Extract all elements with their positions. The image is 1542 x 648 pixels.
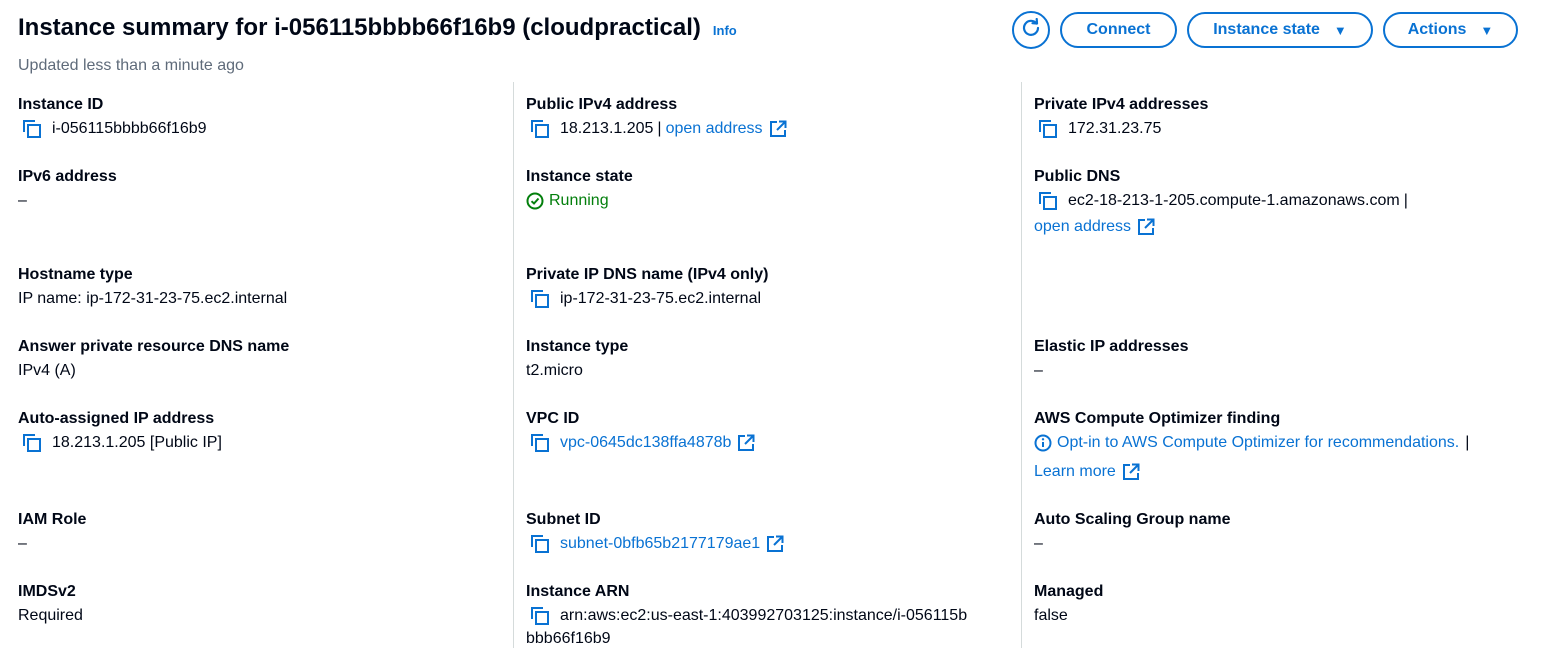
answer-dns-label: Answer private resource DNS name <box>18 338 290 355</box>
info-link[interactable]: Info <box>713 23 737 38</box>
connect-button-label: Connect <box>1086 21 1151 38</box>
learn-more-link[interactable]: Learn more <box>1034 463 1116 481</box>
copy-icon[interactable] <box>22 119 42 139</box>
open-address-link[interactable]: open address <box>1034 218 1131 236</box>
private-ipv4-label: Private IPv4 addresses <box>1034 96 1209 113</box>
instance-state-text: Running <box>549 192 609 209</box>
ipv6-value: – <box>18 192 27 209</box>
answer-dns-value: IPv4 (A) <box>18 362 76 379</box>
copy-icon[interactable] <box>1038 119 1058 139</box>
asg-value: – <box>1034 535 1043 552</box>
copy-icon[interactable] <box>530 289 550 309</box>
copy-icon[interactable] <box>530 119 550 139</box>
copy-icon[interactable] <box>530 606 550 626</box>
optimizer-value: Opt-in to AWS Compute Optimizer for reco… <box>1034 434 1469 452</box>
external-link-icon[interactable] <box>766 535 784 553</box>
managed-value: false <box>1034 607 1068 624</box>
private-ipv4-value: 172.31.23.75 <box>1038 119 1161 139</box>
instance-state-value: Running <box>526 192 609 210</box>
managed-label: Managed <box>1034 583 1104 600</box>
copy-icon[interactable] <box>22 433 42 453</box>
hostname-type-value: IP name: ip-172-31-23-75.ec2.internal <box>18 290 288 307</box>
elastic-ip-label: Elastic IP addresses <box>1034 338 1189 355</box>
private-dns-value: ip-172-31-23-75.ec2.internal <box>530 289 761 309</box>
actions-button-label: Actions <box>1407 21 1467 38</box>
ipv6-label: IPv6 address <box>18 168 117 185</box>
public-dns-text: ec2-18-213-1-205.compute-1.amazonaws.com <box>1068 192 1400 209</box>
check-circle-icon <box>526 192 544 210</box>
private-ipv4-text: 172.31.23.75 <box>1068 120 1162 137</box>
public-ipv4-text: 18.213.1.205 <box>560 120 654 137</box>
iam-role-value: – <box>18 535 27 552</box>
copy-icon[interactable] <box>530 534 550 554</box>
refresh-icon <box>1021 17 1041 43</box>
optimizer-label: AWS Compute Optimizer finding <box>1034 410 1281 427</box>
instance-id-value: i-056115bbbb66f16b9 <box>22 119 207 139</box>
copy-icon[interactable] <box>530 433 550 453</box>
public-ipv4-label: Public IPv4 address <box>526 96 678 113</box>
public-ipv4-value: 18.213.1.205 | open address <box>530 119 787 139</box>
separator: | <box>1403 192 1408 209</box>
caret-down-icon: ▼ <box>1480 22 1494 38</box>
column-divider <box>513 82 514 648</box>
imdsv2-value: Required <box>18 607 83 624</box>
instance-type-value: t2.micro <box>526 362 583 379</box>
separator: | <box>1465 434 1470 451</box>
instance-id-text: i-056115bbbb66f16b9 <box>52 120 207 137</box>
external-link-icon[interactable] <box>1122 463 1140 481</box>
instance-arn-text: arn:aws:ec2:us-east-1:403992703125:insta… <box>560 607 968 624</box>
actions-button[interactable]: Actions ▼ <box>1383 12 1518 48</box>
instance-arn-value: arn:aws:ec2:us-east-1:403992703125:insta… <box>530 606 967 626</box>
open-address-link[interactable]: open address <box>666 120 763 138</box>
auto-ip-value: 18.213.1.205 [Public IP] <box>22 433 222 453</box>
subnet-id-link[interactable]: subnet-0bfb65b2177179ae1 <box>560 535 760 553</box>
instance-id-label: Instance ID <box>18 96 104 113</box>
external-link-icon[interactable] <box>769 120 787 138</box>
instance-state-label: Instance state <box>526 168 633 185</box>
hostname-type-label: Hostname type <box>18 266 133 283</box>
instance-arn-value-continued: bbb66f16b9 <box>526 630 611 647</box>
subnet-id-label: Subnet ID <box>526 511 601 528</box>
public-dns-open-address: open address <box>1034 218 1155 236</box>
elastic-ip-value: – <box>1034 362 1043 379</box>
instance-type-label: Instance type <box>526 338 629 355</box>
public-dns-label: Public DNS <box>1034 168 1121 185</box>
column-divider <box>1021 82 1022 648</box>
refresh-button[interactable] <box>1012 11 1050 49</box>
optimizer-learn-more: Learn more <box>1034 463 1140 481</box>
public-dns-value: ec2-18-213-1-205.compute-1.amazonaws.com… <box>1038 191 1408 211</box>
optimizer-opt-in-link[interactable]: Opt-in to AWS Compute Optimizer for reco… <box>1057 434 1459 452</box>
instance-arn-label: Instance ARN <box>526 583 630 600</box>
updated-status: Updated less than a minute ago <box>18 57 244 74</box>
page-title: Instance summary for i-056115bbbb66f16b9… <box>18 14 701 41</box>
caret-down-icon: ▼ <box>1333 22 1347 38</box>
private-dns-text: ip-172-31-23-75.ec2.internal <box>560 290 762 307</box>
subnet-id-value: subnet-0bfb65b2177179ae1 <box>530 534 784 554</box>
vpc-id-link[interactable]: vpc-0645dc138ffa4878b <box>560 434 731 452</box>
auto-ip-label: Auto-assigned IP address <box>18 410 215 427</box>
auto-ip-text: 18.213.1.205 [Public IP] <box>52 434 222 451</box>
asg-label: Auto Scaling Group name <box>1034 511 1231 528</box>
vpc-id-value: vpc-0645dc138ffa4878b <box>530 433 755 453</box>
external-link-icon[interactable] <box>1137 218 1155 236</box>
external-link-icon[interactable] <box>737 434 755 452</box>
copy-icon[interactable] <box>1038 191 1058 211</box>
connect-button[interactable]: Connect <box>1060 12 1177 48</box>
vpc-id-label: VPC ID <box>526 410 580 427</box>
separator: | <box>657 120 662 137</box>
instance-state-button-label: Instance state <box>1213 21 1320 38</box>
header: Instance summary for i-056115bbbb66f16b9… <box>18 14 737 42</box>
info-circle-icon <box>1034 434 1052 452</box>
private-dns-label: Private IP DNS name (IPv4 only) <box>526 266 769 283</box>
imdsv2-label: IMDSv2 <box>18 583 76 600</box>
iam-role-label: IAM Role <box>18 511 87 528</box>
instance-state-button[interactable]: Instance state ▼ <box>1187 12 1373 48</box>
